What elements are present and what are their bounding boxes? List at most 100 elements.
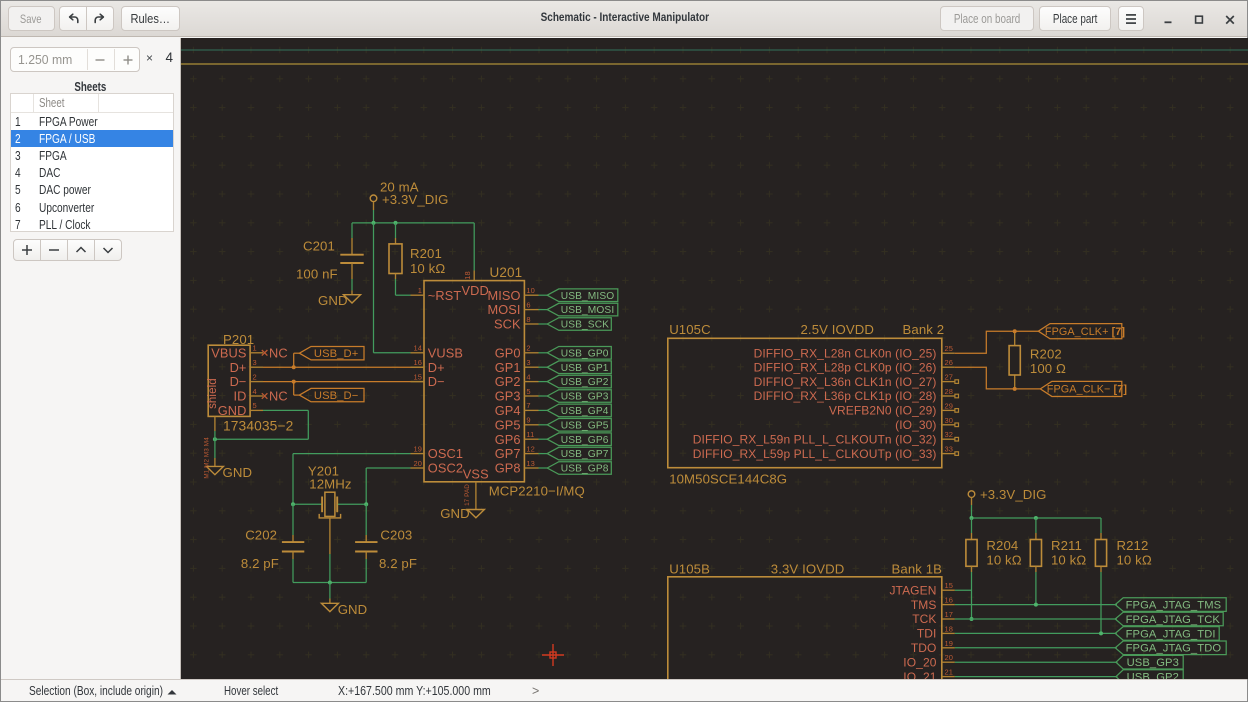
svg-text:DIFFIO_RX_L59p PLL_L_CLKOUTp (: DIFFIO_RX_L59p PLL_L_CLKOUTp (IO_33) — [693, 447, 937, 461]
svg-text:GP4: GP4 — [495, 403, 521, 418]
svg-text:+3.3V_DIG: +3.3V_DIG — [382, 192, 449, 207]
svg-text:JTAGEN: JTAGEN — [889, 583, 936, 597]
svg-text:19: 19 — [945, 639, 954, 648]
svg-text:5: 5 — [253, 401, 257, 410]
svg-text:13: 13 — [526, 459, 535, 468]
svg-text:16: 16 — [945, 596, 954, 605]
svg-text:USB_SCK: USB_SCK — [561, 320, 609, 331]
svg-text:VBUS: VBUS — [211, 345, 246, 360]
svg-text:DIFFIO_RX_L28p CLK0p (IO_26): DIFFIO_RX_L28p CLK0p (IO_26) — [754, 360, 937, 374]
svg-text:USB_GP7: USB_GP7 — [561, 449, 609, 460]
svg-text:32: 32 — [945, 430, 954, 439]
svg-text:Bank 1B: Bank 1B — [892, 562, 943, 577]
svg-text:USB_MOSI: USB_MOSI — [561, 305, 614, 316]
svg-text:MCP2210−I/MQ: MCP2210−I/MQ — [489, 484, 585, 499]
svg-text:11: 11 — [526, 430, 534, 439]
svg-text:GP1: GP1 — [495, 360, 521, 375]
svg-text:TDO: TDO — [911, 641, 937, 655]
svg-text:USB_GP6: USB_GP6 — [561, 435, 609, 446]
svg-text:10 kΩ: 10 kΩ — [1051, 552, 1086, 567]
svg-text:R202: R202 — [1030, 347, 1062, 362]
svg-text:D+: D+ — [428, 360, 445, 375]
svg-text:3: 3 — [253, 358, 257, 367]
svg-text:10M50SCE144C8G: 10M50SCE144C8G — [669, 471, 787, 486]
svg-text:GP7: GP7 — [495, 446, 521, 461]
svg-text:VUSB: VUSB — [428, 345, 463, 360]
svg-text:NC: NC — [269, 389, 288, 404]
svg-text:GP3: GP3 — [495, 389, 521, 404]
svg-text:8.2 pF: 8.2 pF — [379, 556, 417, 571]
svg-text:MISO: MISO — [487, 288, 520, 303]
svg-text:MOSI: MOSI — [487, 302, 520, 317]
svg-text:(IO_30): (IO_30) — [895, 418, 936, 432]
svg-text:C201: C201 — [303, 239, 335, 254]
svg-text:M1 M2 M3 M4: M1 M2 M3 M4 — [204, 437, 211, 479]
svg-text:R212: R212 — [1117, 538, 1149, 553]
svg-text:9: 9 — [526, 416, 530, 425]
svg-text:27: 27 — [945, 373, 954, 382]
svg-text:FPGA_JTAG_TDO: FPGA_JTAG_TDO — [1126, 643, 1222, 655]
svg-text:D−: D− — [428, 374, 445, 389]
svg-text:D+: D+ — [230, 360, 247, 375]
svg-text:FPGA_JTAG_TDI: FPGA_JTAG_TDI — [1126, 628, 1216, 640]
svg-text:8.2 pF: 8.2 pF — [241, 556, 279, 571]
svg-text:10 kΩ: 10 kΩ — [410, 261, 445, 276]
svg-text:~RST: ~RST — [428, 288, 462, 303]
svg-text:3: 3 — [526, 358, 530, 367]
svg-text:VDD: VDD — [462, 283, 489, 298]
svg-text:2.5V IOVDD: 2.5V IOVDD — [801, 322, 875, 337]
svg-text:16: 16 — [413, 358, 422, 367]
svg-text:5: 5 — [526, 387, 530, 396]
svg-text:GND: GND — [440, 506, 470, 521]
svg-text:4: 4 — [526, 372, 530, 381]
svg-text:D−: D− — [230, 374, 247, 389]
svg-text:3.3V IOVDD: 3.3V IOVDD — [771, 562, 845, 577]
svg-text:USB_MISO: USB_MISO — [561, 291, 614, 302]
svg-text:Bank 2: Bank 2 — [903, 322, 945, 337]
svg-text:GND: GND — [338, 602, 368, 617]
svg-text:6: 6 — [526, 300, 530, 309]
svg-text:GND: GND — [318, 293, 348, 308]
svg-text:19: 19 — [413, 444, 422, 453]
svg-text:USB_GP4: USB_GP4 — [561, 406, 609, 417]
svg-text:USB_GP0: USB_GP0 — [561, 348, 609, 359]
svg-text:10 kΩ: 10 kΩ — [986, 552, 1021, 567]
svg-text:18: 18 — [463, 271, 472, 280]
svg-text:DIFFIO_RX_L36n CLK1n (IO_27): DIFFIO_RX_L36n CLK1n (IO_27) — [754, 375, 937, 389]
svg-text:10: 10 — [526, 286, 535, 295]
svg-text:USB_GP5: USB_GP5 — [561, 420, 609, 431]
svg-text:DIFFIO_RX_L28n CLK0n (IO_25): DIFFIO_RX_L28n CLK0n (IO_25) — [754, 346, 937, 360]
svg-text:1734035−2: 1734035−2 — [223, 418, 293, 433]
svg-text:4: 4 — [253, 387, 257, 396]
svg-text:OSC1: OSC1 — [428, 446, 463, 461]
svg-text:12: 12 — [526, 444, 535, 453]
svg-text:NC: NC — [269, 345, 288, 360]
svg-text:USB_GP2: USB_GP2 — [1127, 672, 1179, 679]
svg-text:GP6: GP6 — [495, 432, 521, 447]
svg-text:GP5: GP5 — [495, 417, 521, 432]
svg-text:20: 20 — [945, 653, 954, 662]
svg-text:17 PAD: 17 PAD — [464, 484, 471, 506]
svg-text:GND: GND — [223, 465, 253, 480]
svg-text:15: 15 — [945, 581, 954, 590]
svg-text:33: 33 — [945, 445, 954, 454]
svg-text:OSC2: OSC2 — [428, 461, 463, 476]
svg-text:SCK: SCK — [494, 317, 521, 332]
svg-text:IO_20: IO_20 — [903, 655, 936, 669]
svg-text:R211: R211 — [1051, 538, 1082, 553]
svg-text:USB_GP2: USB_GP2 — [561, 377, 609, 388]
svg-text:DIFFIO_RX_L59n PLL_L_CLKOUTn (: DIFFIO_RX_L59n PLL_L_CLKOUTn (IO_32) — [693, 432, 937, 446]
svg-text:C202: C202 — [245, 527, 277, 542]
svg-text:FPGA_JTAG_TCK: FPGA_JTAG_TCK — [1126, 614, 1221, 626]
svg-text:GP2: GP2 — [495, 374, 521, 389]
svg-text:FPGA_CLK− [7]: FPGA_CLK− [7] — [1047, 384, 1127, 396]
svg-text:28: 28 — [945, 387, 954, 396]
svg-text:USB_GP1: USB_GP1 — [561, 363, 609, 374]
svg-text:+3.3V_DIG: +3.3V_DIG — [980, 487, 1047, 502]
svg-text:100 Ω: 100 Ω — [1030, 361, 1066, 376]
svg-text:R204: R204 — [986, 538, 1018, 553]
svg-text:USB_GP3: USB_GP3 — [1127, 657, 1179, 669]
svg-text:C203: C203 — [380, 527, 412, 542]
svg-text:7: 7 — [526, 401, 530, 410]
svg-text:VSS: VSS — [463, 467, 489, 482]
